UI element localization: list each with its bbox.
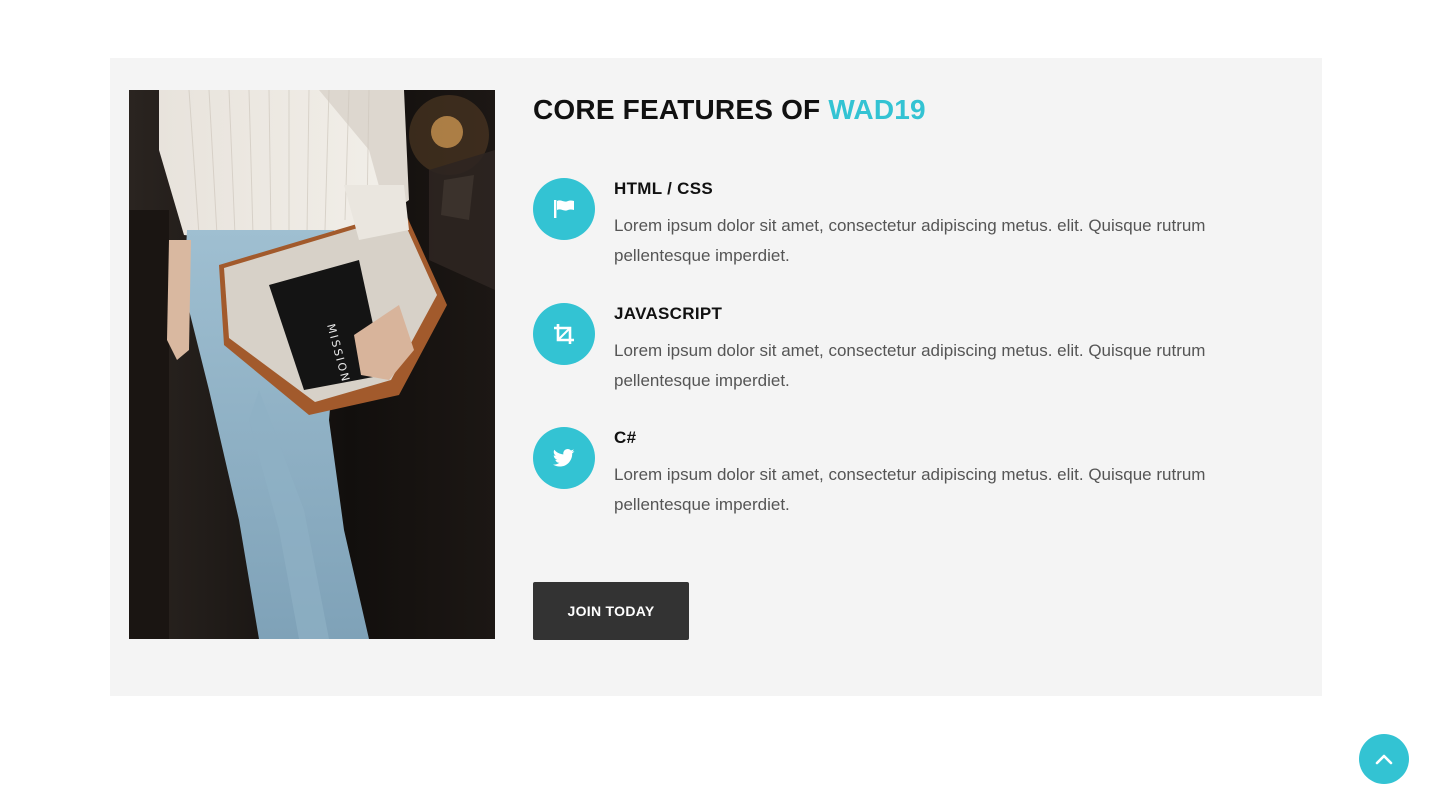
join-today-button[interactable]: JOIN TODAY bbox=[533, 582, 689, 640]
core-features-section: MISSION CORE FEATURES OF WAD19 HTML / CS… bbox=[110, 58, 1322, 696]
feature-description: Lorem ipsum dolor sit amet, consectetur … bbox=[614, 341, 1206, 390]
feature-icon-circle bbox=[533, 427, 595, 489]
feature-title: JAVASCRIPT bbox=[614, 304, 723, 323]
feature-title: HTML / CSS bbox=[614, 179, 714, 198]
section-title: CORE FEATURES OF WAD19 bbox=[533, 90, 1273, 130]
flag-icon bbox=[554, 200, 574, 218]
scroll-to-top-button[interactable] bbox=[1359, 734, 1409, 784]
section-title-main: CORE FEATURES OF bbox=[533, 94, 829, 125]
feature-description: Lorem ipsum dolor sit amet, consectetur … bbox=[614, 216, 1206, 265]
chevron-up-icon bbox=[1375, 754, 1393, 765]
feature-description: Lorem ipsum dolor sit amet, consectetur … bbox=[614, 465, 1206, 514]
feature-icon-circle bbox=[533, 178, 595, 240]
twitter-icon bbox=[553, 449, 575, 467]
crop-icon bbox=[554, 324, 574, 344]
feature-photo: MISSION bbox=[129, 90, 495, 639]
section-title-accent: WAD19 bbox=[828, 94, 926, 125]
features-content: CORE FEATURES OF WAD19 HTML / CSS Lorem … bbox=[533, 90, 1273, 640]
feature-title: C# bbox=[614, 428, 637, 447]
feature-icon-circle bbox=[533, 303, 595, 365]
